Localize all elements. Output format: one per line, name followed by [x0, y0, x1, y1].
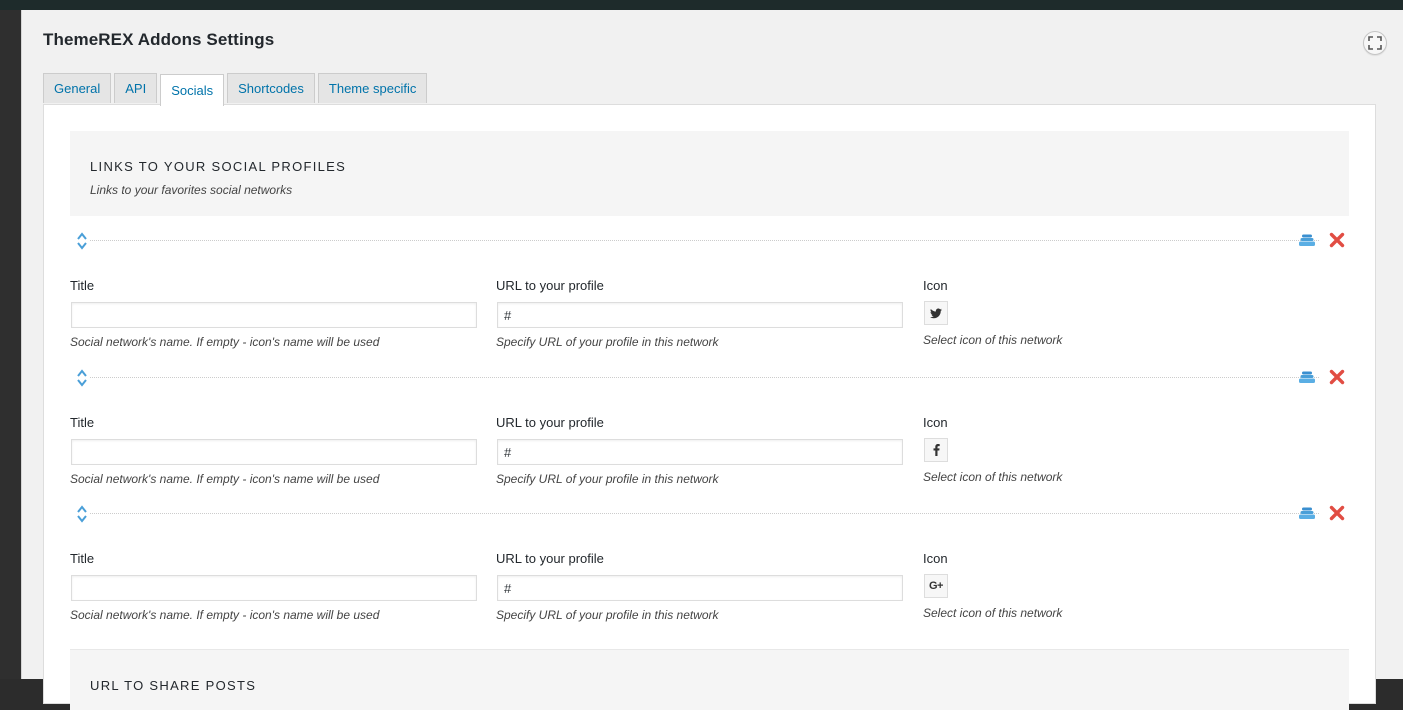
title-input[interactable] — [71, 575, 477, 601]
title-hint: Social network's name. If empty - icon's… — [70, 608, 380, 622]
move-handle-icon[interactable] — [77, 232, 87, 250]
icon-hint: Select icon of this network — [923, 606, 1063, 620]
tab-general[interactable]: General — [43, 73, 112, 103]
twitter-icon — [930, 308, 942, 318]
expand-icon — [1368, 36, 1382, 50]
item-divider — [90, 377, 1319, 378]
social-item: Title Social network's name. If empty - … — [70, 227, 1349, 363]
url-input[interactable] — [497, 575, 903, 601]
title-input[interactable] — [71, 439, 477, 465]
url-label: URL to your profile — [496, 415, 604, 430]
url-hint: Specify URL of your profile in this netw… — [496, 608, 719, 622]
google-plus-icon: G+ — [929, 580, 943, 592]
title-input[interactable] — [71, 302, 477, 328]
share-section-header: URL TO SHARE POSTS — [70, 649, 1349, 710]
move-handle-icon[interactable] — [77, 369, 87, 387]
clone-icon[interactable] — [1299, 507, 1315, 520]
tab-theme-specific[interactable]: Theme specific — [317, 73, 428, 103]
tab-socials[interactable]: Socials — [160, 74, 225, 106]
settings-panel: ThemeREX Addons Settings General API Soc… — [21, 10, 1403, 710]
move-handle-icon[interactable] — [77, 505, 87, 523]
facebook-icon — [933, 444, 940, 456]
icon-selector[interactable] — [924, 301, 948, 325]
section-description: Links to your favorites social networks — [90, 183, 293, 197]
settings-tabs: General API Socials Shortcodes Theme spe… — [43, 73, 430, 106]
delete-icon[interactable] — [1329, 505, 1345, 521]
item-divider — [90, 513, 1319, 514]
url-input[interactable] — [497, 439, 903, 465]
title-label: Title — [70, 278, 95, 293]
page-title: ThemeREX Addons Settings — [43, 30, 275, 49]
url-input[interactable] — [497, 302, 903, 328]
fullscreen-toggle-button[interactable] — [1363, 31, 1387, 55]
icon-selector[interactable] — [924, 438, 948, 462]
delete-icon[interactable] — [1329, 369, 1345, 385]
title-hint: Social network's name. If empty - icon's… — [70, 472, 380, 486]
url-hint: Specify URL of your profile in this netw… — [496, 472, 719, 486]
title-label: Title — [70, 551, 95, 566]
url-hint: Specify URL of your profile in this netw… — [496, 335, 719, 349]
url-label: URL to your profile — [496, 551, 604, 566]
admin-sidebar-edge — [0, 10, 21, 679]
socials-section-header: LINKS TO YOUR SOCIAL PROFILES Links to y… — [70, 131, 1349, 216]
icon-selector[interactable]: G+ — [924, 574, 948, 598]
icon-hint: Select icon of this network — [923, 333, 1063, 347]
icon-label: Icon — [923, 415, 948, 430]
section-title: URL TO SHARE POSTS — [90, 678, 257, 693]
clone-icon[interactable] — [1299, 371, 1315, 384]
item-divider — [90, 240, 1319, 241]
title-label: Title — [70, 415, 95, 430]
social-item: Title Social network's name. If empty - … — [70, 364, 1349, 500]
tab-shortcodes[interactable]: Shortcodes — [227, 73, 315, 103]
icon-hint: Select icon of this network — [923, 470, 1063, 484]
clone-icon[interactable] — [1299, 234, 1315, 247]
title-hint: Social network's name. If empty - icon's… — [70, 335, 380, 349]
icon-label: Icon — [923, 278, 948, 293]
url-label: URL to your profile — [496, 278, 604, 293]
admin-top-bar — [0, 0, 1403, 10]
delete-icon[interactable] — [1329, 232, 1345, 248]
social-item: Title Social network's name. If empty - … — [70, 500, 1349, 636]
icon-label: Icon — [923, 551, 948, 566]
tab-content: LINKS TO YOUR SOCIAL PROFILES Links to y… — [43, 104, 1376, 710]
section-title: LINKS TO YOUR SOCIAL PROFILES — [90, 159, 347, 174]
tab-api[interactable]: API — [114, 73, 158, 103]
